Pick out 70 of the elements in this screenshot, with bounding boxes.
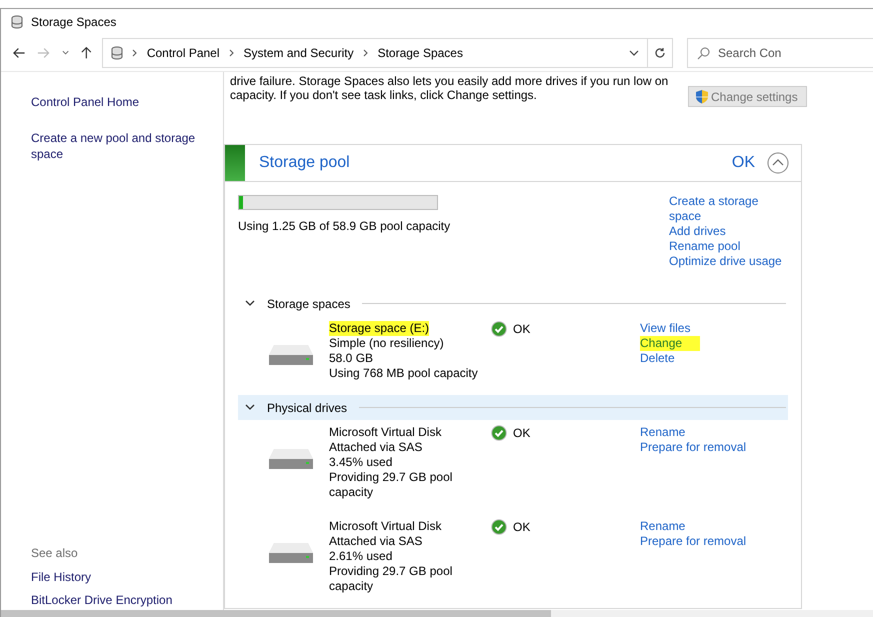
action-link[interactable]: Delete xyxy=(640,351,700,366)
window-title: Storage Spaces xyxy=(31,15,116,29)
breadcrumb[interactable]: Storage Spaces xyxy=(378,46,463,60)
action-link[interactable]: View files xyxy=(640,321,700,336)
chevron-down-icon[interactable] xyxy=(245,300,255,307)
action-link[interactable]: Prepare for removal xyxy=(640,440,746,455)
action-link[interactable]: Rename xyxy=(640,425,746,440)
drive-detail-text: Simple (no resiliency) xyxy=(329,336,445,351)
drive-detail-text: Providing 29.7 GB pool capacity xyxy=(329,470,454,500)
action-link[interactable]: Change xyxy=(640,336,700,351)
usage-text: Using 1.25 GB of 58.9 GB pool capacity xyxy=(238,219,450,233)
sidebar-link[interactable]: BitLocker Drive Encryption xyxy=(31,589,223,612)
drive-detail-text: Microsoft Virtual Disk xyxy=(329,425,442,440)
dropdown-icon[interactable] xyxy=(62,50,70,56)
status-text: OK xyxy=(513,322,530,336)
chevron-right-icon xyxy=(132,49,138,57)
shield-icon xyxy=(695,89,709,104)
drive-detail-text: Microsoft Virtual Disk xyxy=(329,519,442,534)
back-arrow-icon[interactable] xyxy=(13,47,26,59)
pool-title: Storage pool xyxy=(258,154,351,172)
drive-detail-text: 3.45% used xyxy=(329,455,394,470)
chevron-right-icon xyxy=(228,49,235,57)
horizontal-scrollbar[interactable] xyxy=(1,610,873,617)
task-link[interactable]: Optimize drive usage xyxy=(669,254,786,269)
check-icon xyxy=(491,519,507,535)
drive-detail-text: Attached via SAS xyxy=(329,440,424,455)
drive-icon xyxy=(268,343,314,367)
drive-detail-text: 58.0 GB xyxy=(329,351,374,366)
drive-icon xyxy=(268,541,314,565)
section-header[interactable]: Physical drives xyxy=(238,395,788,420)
task-link[interactable]: Add drives xyxy=(669,224,786,239)
change-settings-button[interactable]: Change settings xyxy=(688,86,807,107)
pool-status: OK xyxy=(732,154,755,172)
task-link[interactable]: Rename pool xyxy=(669,239,786,254)
address-field[interactable]: Control Panel System and Security Storage Spaces xyxy=(102,38,648,68)
description-text: drive failure. Storage Spaces also lets you easily add more drives if you run low on capacity. If you don't see task links, click Change settings. xyxy=(229,74,670,102)
sidebar-link[interactable]: Control Panel Home xyxy=(31,94,211,110)
status-text: OK xyxy=(513,520,530,534)
section-title[interactable]: Storage spaces xyxy=(267,296,350,310)
breadcrumb[interactable]: Control Panel xyxy=(146,46,220,60)
search-icon xyxy=(696,46,711,60)
breadcrumb[interactable]: System and Security xyxy=(244,46,354,60)
scrollbar-thumb[interactable] xyxy=(1,610,551,617)
chevron-down-icon[interactable] xyxy=(245,404,255,411)
see-also-heading: See also xyxy=(31,546,79,560)
sidebar-link[interactable]: File History xyxy=(31,566,223,589)
drive-detail-text: Storage space (E:) xyxy=(329,321,430,336)
status-stripe xyxy=(225,145,245,181)
drive-detail-text: Providing 29.7 GB pool capacity xyxy=(329,564,454,594)
status-text: OK xyxy=(513,426,530,440)
drive-detail-text: Using 768 MB pool capacity xyxy=(329,366,479,381)
task-link[interactable]: Create a storage space xyxy=(669,194,786,224)
drive-detail-text: Attached via SAS xyxy=(329,534,424,549)
database-icon xyxy=(110,46,123,60)
refresh-button[interactable] xyxy=(648,38,673,68)
check-icon xyxy=(491,321,507,337)
dropdown-icon[interactable] xyxy=(628,50,639,56)
collapse-icon[interactable] xyxy=(767,152,789,174)
search-field[interactable]: Search Con xyxy=(686,38,873,68)
refresh-icon xyxy=(654,47,666,59)
drive-detail-text: 2.61% used xyxy=(329,549,394,564)
up-arrow-icon[interactable] xyxy=(81,46,92,60)
sidebar-link[interactable]: Create a new pool and storage space xyxy=(31,130,211,162)
drive-icon xyxy=(268,447,314,471)
check-icon xyxy=(491,425,507,441)
action-link[interactable]: Prepare for removal xyxy=(640,534,746,549)
database-icon xyxy=(11,15,23,29)
section-title[interactable]: Physical drives xyxy=(267,400,348,414)
chevron-right-icon xyxy=(362,49,369,57)
action-link[interactable]: Rename xyxy=(640,519,746,534)
